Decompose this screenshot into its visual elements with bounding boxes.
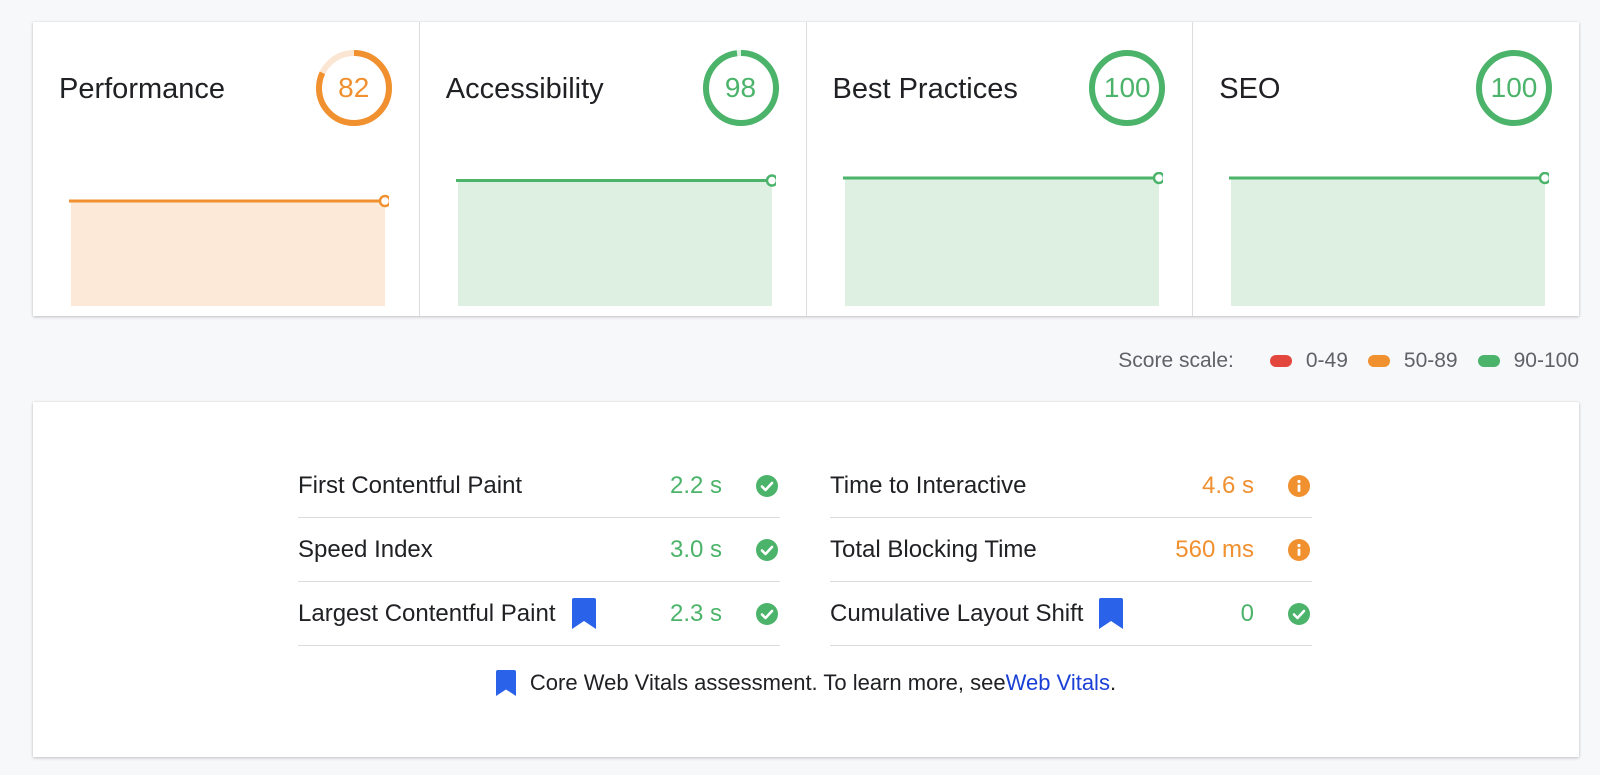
metric-value: 3.0 s xyxy=(669,535,722,563)
metric-value: 2.2 s xyxy=(669,471,722,499)
metric-name: Largest Contentful Paint xyxy=(298,598,596,629)
metric-row[interactable]: Cumulative Layout Shift 0 xyxy=(830,582,1312,646)
metric-label: First Contentful Paint xyxy=(298,471,523,499)
score-value: 100 xyxy=(1490,72,1538,103)
score-range-label: 50-89 xyxy=(1403,349,1458,372)
trend-point xyxy=(765,174,776,187)
info-circle-icon xyxy=(1288,538,1310,561)
trend-point xyxy=(1539,172,1550,185)
core-web-vitals-suffix: . xyxy=(1109,670,1117,695)
metric-row[interactable]: Largest Contentful Paint 2.3 s xyxy=(298,582,780,646)
metric-name: First Contentful Paint xyxy=(298,472,522,500)
trend-area xyxy=(457,180,772,306)
fail-pill-icon xyxy=(1269,355,1292,367)
check-circle-icon xyxy=(1288,602,1310,625)
score-range-average: 50-89 xyxy=(1367,349,1458,373)
info-circle-icon xyxy=(1288,474,1310,497)
category-card-accessibility[interactable]: Accessibility 98 xyxy=(420,22,807,316)
score-trend-chart xyxy=(69,194,389,306)
score-value: 98 xyxy=(724,72,757,103)
category-card-performance[interactable]: Performance 82 xyxy=(33,22,420,316)
metric-label: Time to Interactive xyxy=(830,471,1027,499)
score-scale-legend: Score scale: 0-49 50-89 90-100 xyxy=(1118,347,1579,375)
metric-name: Cumulative Layout Shift xyxy=(830,598,1124,629)
metrics-column-right: Time to Interactive 4.6 s Total Blocking T… xyxy=(830,454,1312,646)
trend-point xyxy=(1152,172,1163,185)
score-range-label: 0-49 xyxy=(1305,349,1348,372)
trend-area xyxy=(844,178,1159,306)
category-score-cards: Performance 82 Accessibility 98 Best Pra… xyxy=(33,22,1579,316)
metric-row[interactable]: Total Blocking Time 560 ms xyxy=(830,518,1312,582)
score-gauge: 82 xyxy=(315,49,393,127)
metric-row[interactable]: Time to Interactive 4.6 s xyxy=(830,454,1312,518)
metric-name: Speed Index xyxy=(298,536,433,564)
trend-point xyxy=(378,194,389,208)
metric-label: Speed Index xyxy=(298,535,433,563)
metric-value: 2.3 s xyxy=(669,599,722,627)
core-web-vitals-text: Core Web Vitals assessment. To learn mor… xyxy=(529,670,1006,695)
metric-value: 4.6 s xyxy=(1201,471,1254,499)
score-gauge: 100 xyxy=(1475,49,1553,127)
check-circle-icon xyxy=(756,538,778,561)
score-range-pass: 90-100 xyxy=(1477,349,1579,373)
score-trend-chart xyxy=(842,172,1163,306)
category-title: Performance xyxy=(59,73,226,105)
core-web-vitals-note: Core Web Vitals assessment. To learn mor… xyxy=(33,670,1579,696)
score-scale-label: Score scale: xyxy=(1118,349,1234,372)
score-value: 100 xyxy=(1103,72,1151,103)
metric-label: Total Blocking Time xyxy=(830,535,1037,563)
bookmark-icon xyxy=(1099,598,1124,629)
score-trend-chart xyxy=(1229,172,1550,306)
bookmark-icon xyxy=(571,598,596,629)
check-circle-icon xyxy=(756,602,778,625)
metric-row[interactable]: Speed Index 3.0 s xyxy=(298,518,780,582)
score-gauge: 98 xyxy=(702,49,780,127)
metric-value: 560 ms xyxy=(1175,535,1254,563)
metric-label: Largest Contentful Paint xyxy=(298,599,556,627)
average-pill-icon xyxy=(1367,355,1390,367)
category-card-seo[interactable]: SEO 100 xyxy=(1193,22,1579,316)
metric-label: Cumulative Layout Shift xyxy=(830,599,1084,627)
web-vitals-link[interactable]: Web Vitals xyxy=(1006,670,1110,696)
metric-row[interactable]: First Contentful Paint 2.2 s xyxy=(298,454,780,518)
trend-area xyxy=(1231,178,1546,306)
score-value: 82 xyxy=(338,72,370,103)
category-title: Accessibility xyxy=(445,73,604,105)
metric-value: 0 xyxy=(1240,599,1254,627)
category-card-best-practices[interactable]: Best Practices 100 xyxy=(807,22,1194,316)
metric-name: Time to Interactive xyxy=(830,472,1027,500)
score-range-fail: 0-49 xyxy=(1269,349,1348,373)
metric-name: Total Blocking Time xyxy=(830,536,1037,564)
score-trend-chart xyxy=(455,174,776,306)
metrics-panel: First Contentful Paint 2.2 s Speed Index 3.… xyxy=(33,402,1579,757)
trend-area xyxy=(71,201,385,306)
score-range-label: 90-100 xyxy=(1513,349,1579,372)
category-title: SEO xyxy=(1219,73,1281,105)
pass-pill-icon xyxy=(1477,355,1500,367)
score-gauge: 100 xyxy=(1088,49,1166,127)
metrics-column-left: First Contentful Paint 2.2 s Speed Index 3.… xyxy=(298,454,780,646)
check-circle-icon xyxy=(756,474,778,497)
bookmark-icon xyxy=(495,670,516,696)
category-title: Best Practices xyxy=(832,73,1018,105)
